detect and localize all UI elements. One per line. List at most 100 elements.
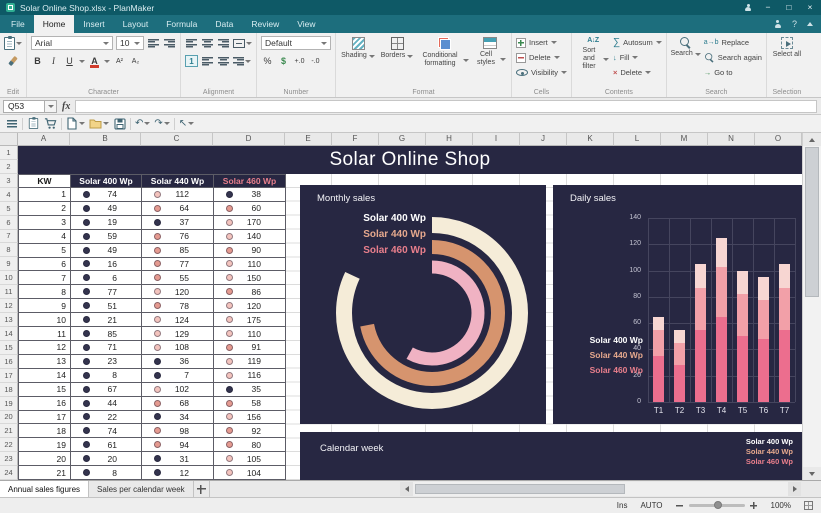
table-cell[interactable]: 110 bbox=[214, 258, 286, 272]
formula-input[interactable] bbox=[75, 100, 817, 113]
align-center-button[interactable] bbox=[201, 36, 214, 50]
font-name-select[interactable]: Arial bbox=[31, 36, 113, 50]
font-color-dropdown[interactable] bbox=[104, 60, 110, 63]
align-middle-button[interactable] bbox=[217, 54, 230, 68]
replace-button[interactable]: a→bReplace bbox=[704, 36, 762, 49]
sheet-tab-annual-sales-figures[interactable]: Annual sales figures bbox=[0, 481, 89, 497]
column-header-h[interactable]: H bbox=[426, 133, 473, 146]
table-cell[interactable]: 8 bbox=[71, 466, 142, 480]
zoom-out-button[interactable] bbox=[676, 502, 684, 510]
monthly-sales-panel[interactable]: Monthly sales Solar 400 WpSolar 440 WpSo… bbox=[300, 185, 546, 424]
table-cell[interactable]: 59 bbox=[71, 230, 142, 244]
table-cell[interactable]: 16 bbox=[19, 397, 71, 411]
account-icon[interactable] bbox=[744, 4, 752, 12]
table-cell[interactable]: 8 bbox=[71, 369, 142, 383]
close-button[interactable]: × bbox=[805, 0, 815, 15]
italic-button[interactable]: I bbox=[47, 54, 60, 68]
row-header-2[interactable]: 2 bbox=[0, 160, 18, 174]
column-header-a[interactable]: A bbox=[18, 133, 70, 146]
wrap-text-button[interactable]: 1 bbox=[185, 55, 198, 67]
row-header-21[interactable]: 21 bbox=[0, 424, 18, 438]
table-cell[interactable]: 94 bbox=[142, 438, 214, 452]
row-header-14[interactable]: 14 bbox=[0, 327, 18, 341]
calendar-week-panel[interactable]: Calendar week Solar 400 WpSolar 440 WpSo… bbox=[300, 432, 802, 480]
table-cell[interactable]: 71 bbox=[71, 341, 142, 355]
align-bottom-button[interactable] bbox=[233, 54, 251, 68]
table-cell[interactable]: 86 bbox=[214, 285, 286, 299]
scroll-left-button[interactable] bbox=[400, 482, 413, 496]
paste-button[interactable] bbox=[4, 36, 22, 50]
table-cell[interactable]: 9 bbox=[19, 299, 71, 313]
table-cell[interactable]: 16 bbox=[71, 258, 142, 272]
fill-button[interactable]: ↓Fill bbox=[613, 51, 662, 64]
help-icon[interactable]: ? bbox=[792, 19, 797, 29]
visibility-button[interactable]: Visibility bbox=[516, 66, 567, 79]
table-cell[interactable]: 22 bbox=[71, 411, 142, 425]
undo-button[interactable]: ↶ bbox=[135, 117, 150, 131]
table-cell[interactable]: 105 bbox=[214, 452, 286, 466]
table-cell[interactable]: 104 bbox=[214, 466, 286, 480]
table-cell[interactable]: 34 bbox=[142, 411, 214, 425]
column-header-c[interactable]: C bbox=[141, 133, 213, 146]
menu-tab-layout[interactable]: Layout bbox=[114, 15, 158, 33]
font-size-select[interactable]: 10 bbox=[116, 36, 144, 50]
table-cell[interactable]: 85 bbox=[71, 327, 142, 341]
table-cell[interactable]: 21 bbox=[71, 313, 142, 327]
minimize-button[interactable]: − bbox=[763, 0, 773, 15]
table-cell[interactable]: 98 bbox=[142, 424, 214, 438]
select-all-button[interactable]: Select all bbox=[771, 36, 803, 60]
table-cell[interactable]: 170 bbox=[214, 216, 286, 230]
row-header-16[interactable]: 16 bbox=[0, 355, 18, 369]
scroll-up-button[interactable] bbox=[803, 133, 821, 146]
add-decimal-button[interactable]: +.0 bbox=[293, 54, 306, 68]
borders-button[interactable]: Borders bbox=[379, 36, 415, 61]
table-cell[interactable]: 44 bbox=[71, 397, 142, 411]
open-button[interactable] bbox=[89, 117, 109, 131]
cell-reference-box[interactable]: Q53 bbox=[3, 100, 45, 113]
row-header-24[interactable]: 24 bbox=[0, 466, 18, 480]
table-cell[interactable]: 3 bbox=[19, 216, 71, 230]
table-cell[interactable]: 102 bbox=[142, 383, 214, 397]
remove-decimal-button[interactable]: -.0 bbox=[309, 54, 322, 68]
table-cell[interactable]: 36 bbox=[142, 355, 214, 369]
table-cell[interactable]: 19 bbox=[19, 438, 71, 452]
save-button[interactable] bbox=[113, 117, 126, 131]
table-cell[interactable]: 51 bbox=[71, 299, 142, 313]
sheet-tab-sales-per-calendar-week[interactable]: Sales per calendar week bbox=[89, 481, 194, 497]
row-header-15[interactable]: 15 bbox=[0, 341, 18, 355]
table-header-0[interactable]: KW bbox=[19, 174, 71, 188]
table-cell[interactable]: 116 bbox=[214, 369, 286, 383]
scroll-right-button[interactable] bbox=[788, 482, 801, 496]
table-header-1[interactable]: Solar 400 Wp bbox=[71, 174, 142, 188]
row-header-19[interactable]: 19 bbox=[0, 397, 18, 411]
table-cell[interactable]: 85 bbox=[142, 244, 214, 258]
table-cell[interactable]: 23 bbox=[71, 355, 142, 369]
insert-cells-button[interactable]: Insert bbox=[516, 36, 567, 49]
goto-button[interactable]: →Go to bbox=[704, 66, 762, 79]
collapse-ribbon-icon[interactable] bbox=[807, 22, 813, 26]
decrease-font-button[interactable] bbox=[163, 36, 176, 50]
cart-button[interactable] bbox=[44, 117, 57, 131]
table-cell[interactable]: 6 bbox=[71, 271, 142, 285]
table-cell[interactable]: 150 bbox=[214, 271, 286, 285]
table-cell[interactable]: 49 bbox=[71, 244, 142, 258]
delete-contents-button[interactable]: ×Delete bbox=[613, 66, 662, 79]
menu-tab-view[interactable]: View bbox=[288, 15, 324, 33]
vertical-scroll-thumb[interactable] bbox=[805, 147, 819, 297]
table-cell[interactable]: 77 bbox=[142, 258, 214, 272]
table-cell[interactable]: 21 bbox=[19, 466, 71, 480]
row-header-22[interactable]: 22 bbox=[0, 438, 18, 452]
subscript-button[interactable]: A₂ bbox=[129, 54, 142, 68]
redo-button[interactable]: ↷ bbox=[154, 117, 169, 131]
column-header-i[interactable]: I bbox=[473, 133, 520, 146]
horizontal-scrollbar[interactable] bbox=[400, 482, 801, 496]
zoom-in-button[interactable] bbox=[750, 502, 758, 510]
vertical-scrollbar[interactable] bbox=[802, 133, 821, 480]
menu-button[interactable] bbox=[5, 117, 18, 131]
menu-tab-home[interactable]: Home bbox=[34, 15, 75, 33]
table-cell[interactable]: 120 bbox=[214, 299, 286, 313]
new-document-button[interactable] bbox=[66, 117, 85, 131]
table-cell[interactable]: 60 bbox=[214, 202, 286, 216]
autosum-button[interactable]: ∑Autosum bbox=[613, 36, 662, 49]
row-header-23[interactable]: 23 bbox=[0, 452, 18, 466]
